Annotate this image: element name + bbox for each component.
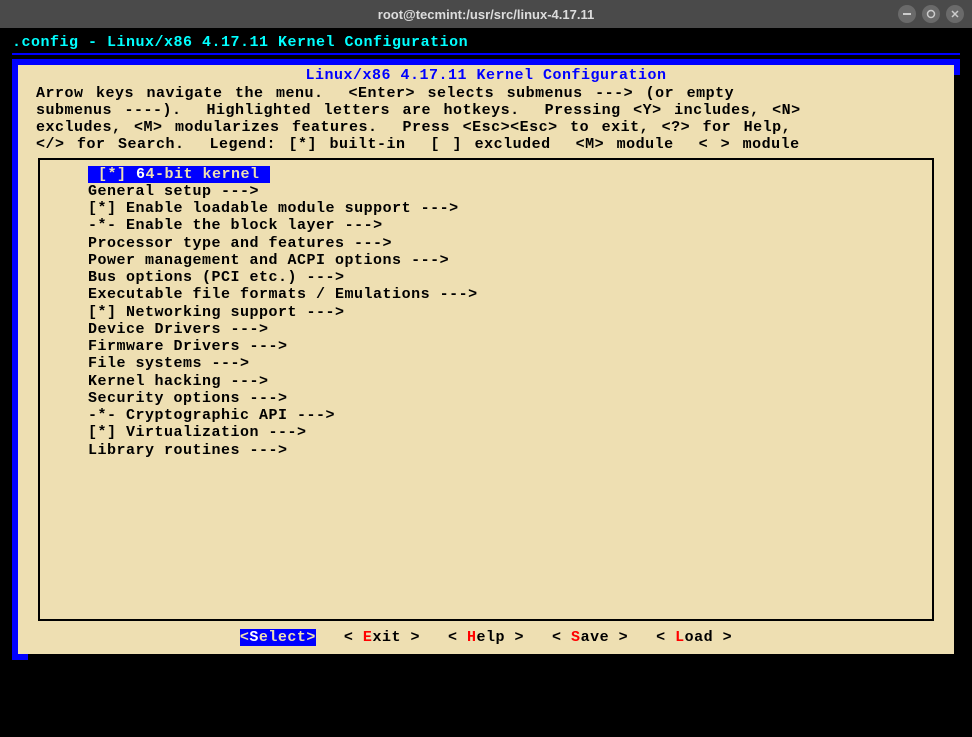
help-text: Arrow keys navigate the menu. <Enter> se… [28,85,944,154]
menu-item[interactable]: Security options ---> [40,390,932,407]
help-line-3: excludes, <M> modularizes features. Pres… [36,119,936,136]
elp-button[interactable]: < Help > [448,629,524,646]
menu-item[interactable]: [*] 64-bit kernel [40,166,932,183]
menu-item[interactable]: Executable file formats / Emulations ---… [40,286,932,303]
xit-button[interactable]: < Exit > [344,629,420,646]
menu-item[interactable]: File systems ---> [40,355,932,372]
minimize-button[interactable] [898,5,916,23]
close-button[interactable] [946,5,964,23]
menu-item[interactable]: [*] Enable loadable module support ---> [40,200,932,217]
menu-item[interactable]: Firmware Drivers ---> [40,338,932,355]
menu-item[interactable]: -*- Enable the block layer ---> [40,217,932,234]
elect-button[interactable]: <Select> [240,629,316,646]
help-line-1: Arrow keys navigate the menu. <Enter> se… [36,85,936,102]
menu-list: [*] 64-bit kernel General setup --->[*] … [38,158,934,621]
menu-item[interactable]: -*- Cryptographic API ---> [40,407,932,424]
menu-item[interactable]: [*] Networking support ---> [40,304,932,321]
terminal-area[interactable]: .config - Linux/x86 4.17.11 Kernel Confi… [0,28,972,737]
config-header: .config - Linux/x86 4.17.11 Kernel Confi… [12,34,960,51]
window-title: root@tecmint:/usr/src/linux-4.17.11 [378,7,594,22]
menu-item[interactable]: General setup ---> [40,183,932,200]
oad-button[interactable]: < Load > [656,629,732,646]
help-line-4: </> for Search. Legend: [*] built-in [ ]… [36,136,936,153]
window-titlebar: root@tecmint:/usr/src/linux-4.17.11 [0,0,972,28]
menu-item[interactable]: Library routines ---> [40,442,932,459]
help-line-2: submenus ----). Highlighted letters are … [36,102,936,119]
menu-item[interactable]: Power management and ACPI options ---> [40,252,932,269]
window-controls [898,5,964,23]
menuconfig-dialog: Linux/x86 4.17.11 Kernel Configuration A… [12,59,960,660]
menu-item[interactable]: Bus options (PCI etc.) ---> [40,269,932,286]
terminal-window: root@tecmint:/usr/src/linux-4.17.11 .con… [0,0,972,737]
divider [12,53,960,55]
menu-item[interactable]: Kernel hacking ---> [40,373,932,390]
menu-item[interactable]: Device Drivers ---> [40,321,932,338]
dialog-title: Linux/x86 4.17.11 Kernel Configuration [28,67,944,84]
maximize-button[interactable] [922,5,940,23]
dialog-inner: Linux/x86 4.17.11 Kernel Configuration A… [18,65,954,654]
menu-item[interactable]: [*] Virtualization ---> [40,424,932,441]
ave-button[interactable]: < Save > [552,629,628,646]
menu-item[interactable]: Processor type and features ---> [40,235,932,252]
button-row: <Select> < Exit > < Help > < Save > < Load > [28,629,944,646]
